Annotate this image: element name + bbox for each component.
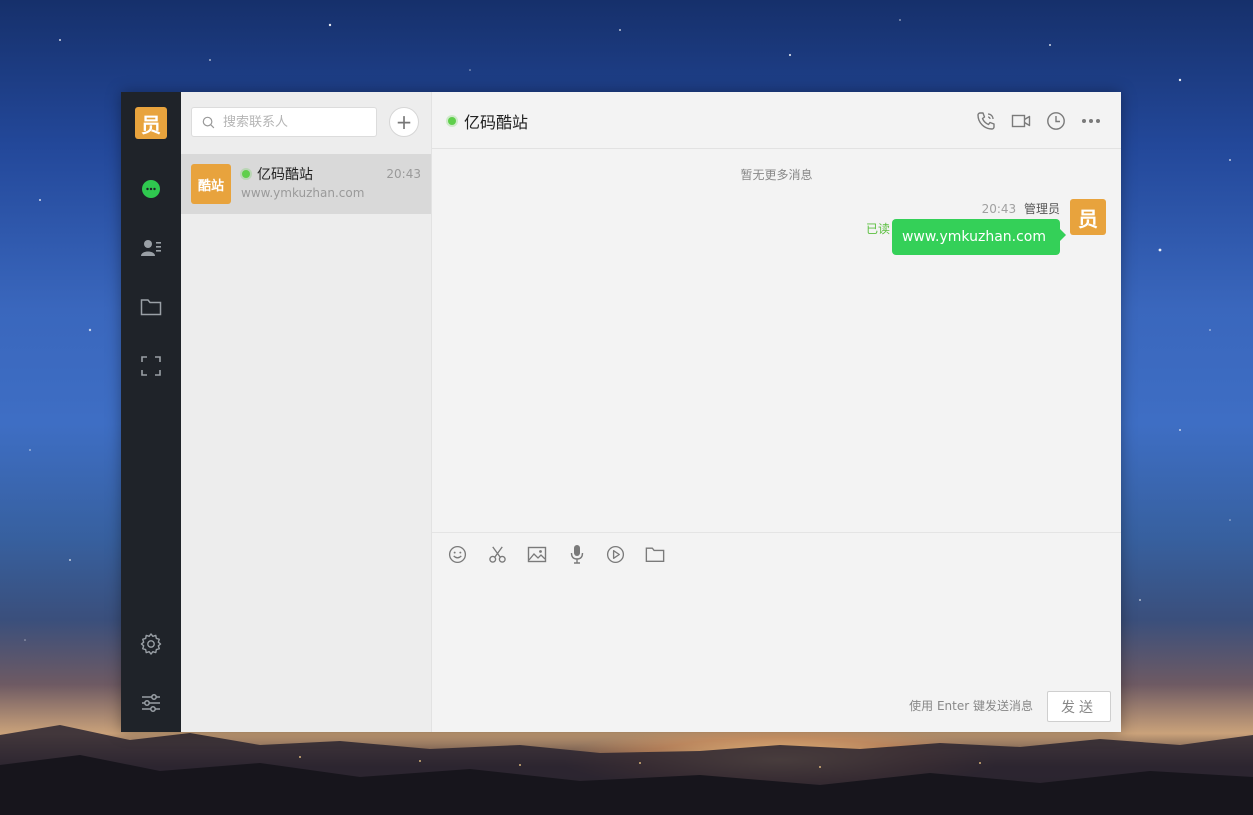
search-box[interactable] [191,107,377,137]
chat-title-text: 亿码酷站 [464,113,529,132]
online-status-dot [242,170,250,178]
video-call-button[interactable] [1010,110,1032,132]
nav-settings[interactable] [121,624,181,664]
message-composer: 使用 Enter 键发送消息 发送 [432,532,1121,732]
send-video-button[interactable] [604,543,626,565]
image-icon [527,546,547,562]
message-text: www.ymkuzhan.com [901,229,1046,245]
message-bubble[interactable]: www.ymkuzhan.com [891,219,1067,255]
video-icon [1011,114,1031,128]
send-hint: 使用 Enter 键发送消息 [909,699,1033,713]
chat-title: 亿码酷站 [448,109,528,133]
search-input[interactable] [221,113,375,131]
phone-icon [977,112,995,130]
chat-header: 亿码酷站 [432,92,1121,149]
screenshot-button[interactable] [486,543,508,565]
message-input[interactable] [446,577,1110,681]
nav-files[interactable] [121,287,181,327]
sidebar-rail: 员 [121,92,181,732]
message-meta: 20:43 管理员 [982,200,1060,217]
contact-name-row: 亿码酷站 [242,164,313,184]
plus-icon: + [395,110,413,134]
contact-name: 亿码酷站 [257,167,313,183]
more-icon [1082,119,1100,123]
history-button[interactable] [1045,110,1067,132]
message-time: 20:43 [981,202,1017,216]
no-more-messages-label: 暂无更多消息 [740,168,813,182]
my-avatar[interactable]: 员 [135,107,167,139]
online-status-dot [448,117,456,125]
contact-last-time: 20:43 [386,167,421,181]
contact-last-message: www.ymkuzhan.com [241,186,365,200]
sender-avatar[interactable]: 员 [1070,199,1106,235]
video-play-icon [606,545,624,563]
microphone-icon [570,545,584,564]
nav-fullscreen[interactable] [121,346,181,386]
contacts-card-icon [141,240,161,256]
gear-icon [140,633,162,655]
chat-panel: 亿码酷站 暂无更多消息 20:43 管理员 员 已读 www.ymkuzhan.… [432,92,1121,732]
folder-icon [140,299,162,316]
sliders-icon [142,694,160,712]
read-status: 已读 [865,222,890,236]
search-icon [202,116,215,128]
message-sender: 管理员 [1023,202,1060,216]
contact-avatar: 酷站 [191,164,231,204]
voice-call-button[interactable] [975,110,997,132]
add-contact-button[interactable]: + [389,107,419,137]
send-file-button[interactable] [644,543,666,565]
emoji-button[interactable] [446,543,468,565]
more-options-button[interactable] [1080,110,1102,132]
fullscreen-icon [141,356,161,376]
send-button[interactable]: 发送 [1047,691,1111,722]
send-image-button[interactable] [526,543,548,565]
nav-contacts[interactable] [121,228,181,268]
chat-bubble-icon [142,180,160,198]
contact-list-panel: + 酷站 亿码酷站 20:43 www.ymkuzhan.com [181,92,432,732]
clock-icon [1047,112,1065,130]
voice-message-button[interactable] [566,543,588,565]
nav-preferences[interactable] [121,683,181,723]
chat-window: 员 搜索联系人 + 酷站 亿码酷站 20:43 www.ymkuzhan.com… [121,92,1121,732]
folder-icon [645,546,665,562]
contact-item[interactable]: 酷站 亿码酷站 20:43 www.ymkuzhan.com [181,154,431,214]
nav-chats[interactable] [121,169,181,209]
emoji-icon [448,545,466,563]
scissors-icon [488,546,506,563]
